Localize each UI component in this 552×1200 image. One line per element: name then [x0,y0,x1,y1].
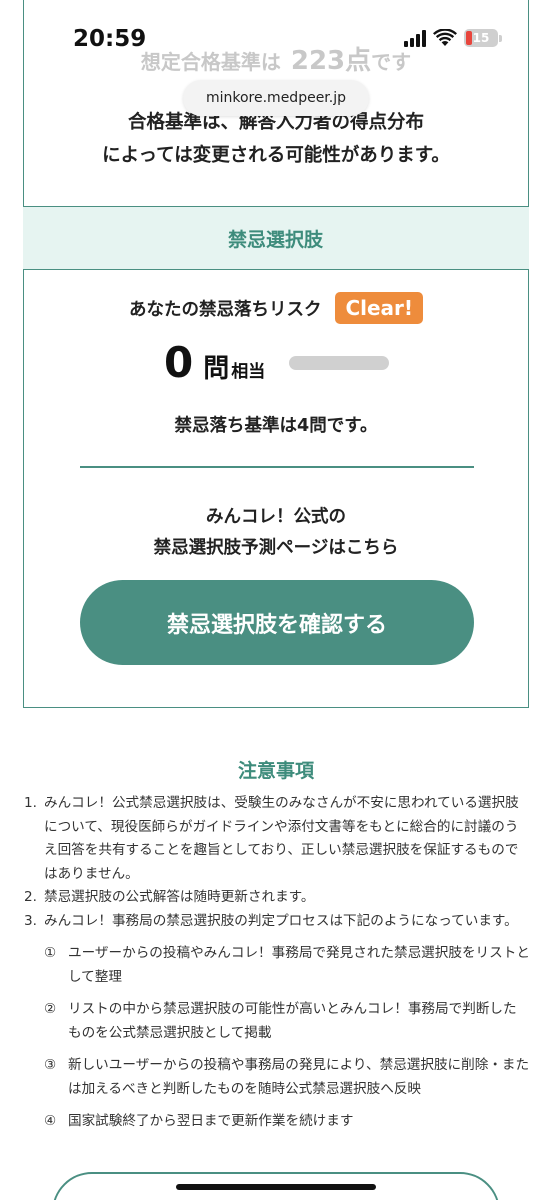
step-number: ② [44,1001,57,1017]
note-text: みんコレ！事務局の禁忌選択肢の判定プロセスは下記のようになっています。 [44,912,518,929]
battery-icon: 15 [464,29,502,47]
step-text: 国家試験終了から翌日まで更新作業を続けます [68,1113,354,1129]
note-text: みんコレ！公式禁忌選択肢は、受験生のみなさんが不安に思われている選択肢について、… [44,795,519,882]
note-text: 禁忌選択肢の公式解答は随時更新されます。 [44,889,315,905]
process-step: ③ 新しいユーザーからの投稿や事務局の発見により、禁忌選択肢に削除・または加える… [44,1054,530,1101]
note-item: 3. みんコレ！事務局の禁忌選択肢の判定プロセスは下記のようになっています。 ①… [20,910,530,1143]
status-icons: 15 [404,29,502,47]
risk-row: あなたの禁忌落ちリスク Clear! [24,292,528,324]
note-number: 1. [24,795,37,811]
risk-count-value: 0 [164,338,194,387]
battery-level: 15 [472,31,490,45]
step-number: ④ [44,1113,57,1129]
notes-list: 1. みんコレ！公式禁忌選択肢は、受験生のみなさんが不安に思われている選択肢につ… [20,792,530,1143]
risk-label: あなたの禁忌落ちリスク [128,299,322,320]
step-text: ユーザーからの投稿やみんコレ！事務局で発見された禁忌選択肢をリストとして整理 [68,945,530,985]
process-step: ④ 国家試験終了から翌日まで更新作業を続けます [44,1110,530,1134]
home-indicator[interactable] [176,1184,376,1190]
risk-count-unit: 問 [203,354,230,384]
risk-count-suffix: 相当 [231,362,266,382]
section-divider [80,466,474,468]
view-contraindications-button[interactable]: 禁忌選択肢を確認する [80,580,474,665]
note-number: 2. [24,889,37,905]
step-text: リストの中から禁忌選択肢の可能性が高いとみんコレ！事務局で判断したものを公式禁忌… [68,1001,517,1041]
status-bar: 20:59 15 [0,0,552,84]
risk-count: 0 問 相当 [164,338,265,387]
note-item: 1. みんコレ！公式禁忌選択肢は、受験生のみなさんが不安に思われている選択肢につ… [20,792,530,886]
browser-url-bar[interactable]: minkore.medpeer.jp [183,80,369,116]
step-number: ① [44,945,57,961]
step-number: ③ [44,1057,57,1073]
wifi-icon [433,29,457,47]
process-step: ① ユーザーからの投稿やみんコレ！事務局で発見された禁忌選択肢をリストとして整理 [44,942,530,989]
process-step: ② リストの中から禁忌選択肢の可能性が高いとみんコレ！事務局で判断したものを公式… [44,998,530,1045]
risk-status-badge: Clear! [335,292,424,324]
note-number: 3. [24,912,37,929]
passing-criteria-note-line2: によっては変更される可能性があります。 [102,145,450,166]
cellular-signal-icon [404,29,426,47]
contraindication-section-title: 禁忌選択肢 [22,206,529,270]
status-time: 20:59 [73,26,147,52]
official-page-text: みんコレ！公式の 禁忌選択肢予測ページはこちら [24,502,528,564]
process-steps: ① ユーザーからの投稿やみんコレ！事務局で発見された禁忌選択肢をリストとして整理… [44,942,530,1134]
note-item: 2. 禁忌選択肢の公式解答は随時更新されます。 [20,886,530,910]
official-page-text-line2: 禁忌選択肢予測ページはこちら [153,538,399,558]
official-page-text-line1: みんコレ！公式の [206,507,346,527]
risk-progress-bar [289,356,389,370]
notes-title: 注意事項 [237,760,314,782]
failure-criteria-text: 禁忌落ち基準は4問です。 [174,416,378,436]
step-text: 新しいユーザーからの投稿や事務局の発見により、禁忌選択肢に削除・または加えるべき… [68,1057,530,1097]
